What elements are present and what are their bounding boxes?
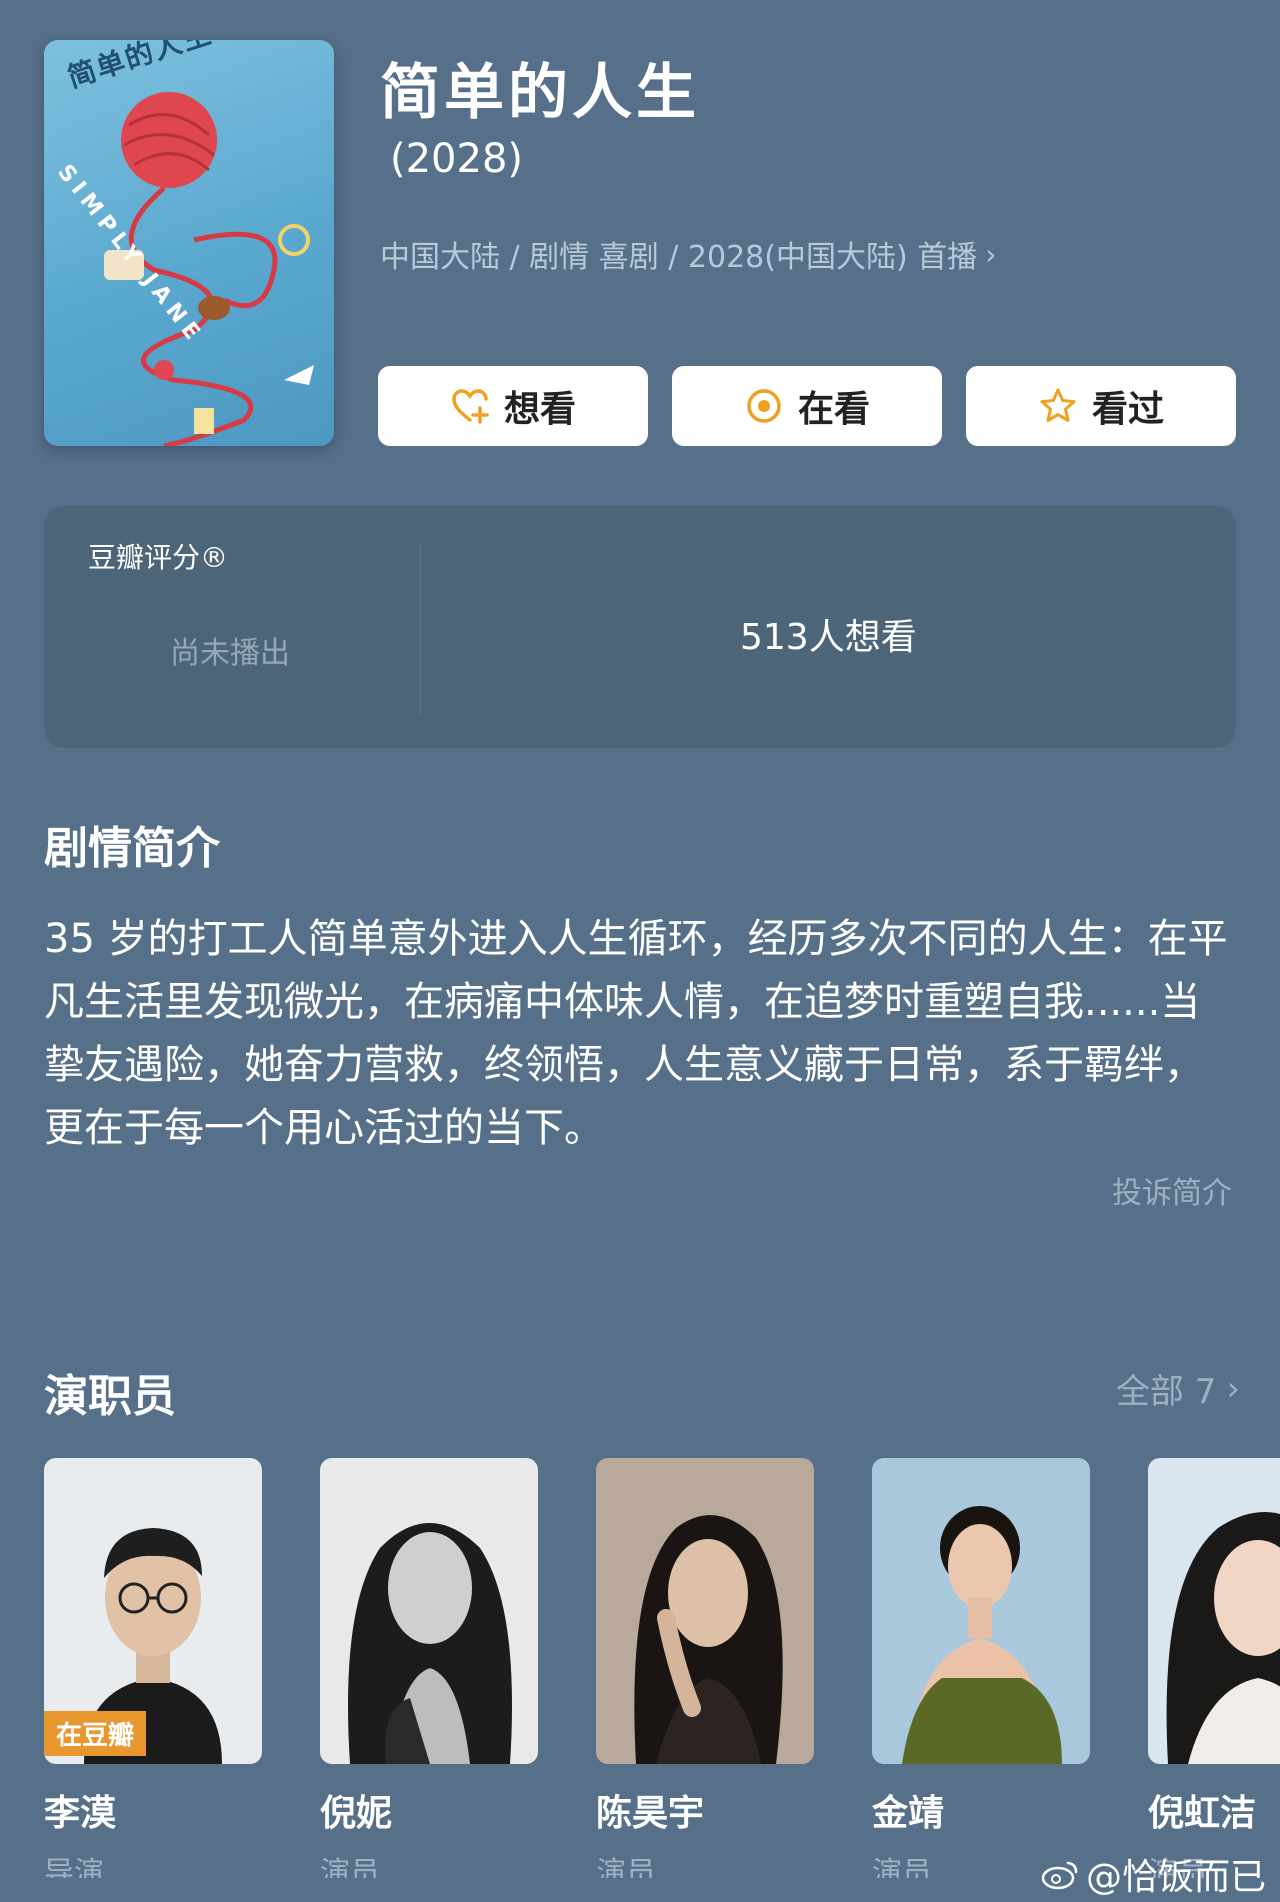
release-year: (2028) — [390, 136, 524, 182]
synopsis-heading: 剧情简介 — [44, 823, 220, 874]
cast-name: 李漠 — [44, 1793, 117, 1834]
view-all-cast-label: 全部 7 — [1115, 1372, 1217, 1412]
report-synopsis-link[interactable]: 投诉简介 — [1112, 1168, 1232, 1212]
want-count[interactable]: 513人想看 — [740, 608, 917, 660]
want-to-watch-label: 想看 — [503, 389, 576, 430]
cast-name: 陈昊宇 — [596, 1793, 705, 1834]
cast-role: 导演 — [44, 1856, 104, 1878]
synopsis-text: 35 岁的打工人简单意外进入人生循环，经历多次不同的人生：在平凡生活里发现微光，… — [44, 916, 1228, 1151]
cast-heading: 演职员 — [44, 1371, 176, 1422]
douban-badge: 在豆瓣 — [44, 1711, 147, 1756]
target-circle-icon — [747, 389, 781, 423]
cast-photo — [1148, 1458, 1280, 1764]
chevron-right-icon: › — [985, 237, 997, 271]
watched-label: 看过 — [1091, 389, 1164, 430]
cast-card[interactable]: 陈昊宇 演员 — [596, 1458, 814, 1878]
cast-card[interactable]: 倪虹洁 演员 — [1148, 1458, 1280, 1878]
show-meta-link[interactable]: 中国大陆 / 剧情 喜剧 / 2028(中国大陆) 首播 › — [380, 232, 996, 276]
cast-photo — [596, 1458, 814, 1764]
action-buttons: 想看 在看 看过 — [378, 366, 1236, 446]
cast-photo: 在豆瓣 — [44, 1458, 262, 1764]
cast-role: 演员 — [320, 1856, 380, 1878]
cast-role: 演员 — [596, 1856, 656, 1878]
cast-card[interactable]: 在豆瓣 李漠 导演 — [44, 1458, 262, 1878]
cast-card[interactable]: 倪妮 演员 — [320, 1458, 538, 1878]
rating-label: 豆瓣评分® — [88, 541, 229, 574]
cast-list: 在豆瓣 李漠 导演 倪妮 演员 陈昊宇 演员 金靖 演员 倪虹洁 演员 — [44, 1458, 1280, 1878]
page-title: 简单的人生 — [380, 58, 700, 128]
poster-image[interactable]: 简单的人生 SIMPLY JANE — [44, 40, 334, 446]
show-meta-text: 中国大陆 / 剧情 喜剧 / 2028(中国大陆) 首播 — [380, 240, 978, 275]
watching-label: 在看 — [797, 389, 870, 430]
person-photo — [596, 1458, 814, 1764]
watermark-text: @恰饭而已 — [1085, 1857, 1266, 1898]
rating-card: 豆瓣评分® 尚未播出 513人想看 — [44, 506, 1236, 748]
person-photo — [872, 1458, 1090, 1764]
cast-name: 倪妮 — [320, 1793, 393, 1834]
want-to-watch-button[interactable]: 想看 — [378, 366, 648, 446]
person-photo — [1148, 1458, 1280, 1764]
view-all-cast-link[interactable]: 全部 7 › — [1116, 1364, 1240, 1413]
cast-photo — [872, 1458, 1090, 1764]
cast-name: 金靖 — [872, 1793, 945, 1834]
cast-photo — [320, 1458, 538, 1764]
heart-plus-icon — [452, 389, 489, 424]
person-photo — [320, 1458, 538, 1764]
poster-artwork — [104, 92, 314, 446]
watermark: @恰饭而已 — [1040, 1848, 1266, 1900]
watched-button[interactable]: 看过 — [966, 366, 1236, 446]
star-icon — [1040, 388, 1076, 422]
rating-status: 尚未播出 — [170, 636, 290, 671]
rating-divider — [420, 546, 421, 716]
cast-name: 倪虹洁 — [1148, 1793, 1257, 1834]
weibo-icon — [1041, 1861, 1078, 1890]
chevron-right-icon: › — [1226, 1368, 1240, 1409]
cast-card[interactable]: 金靖 演员 — [872, 1458, 1090, 1878]
watching-button[interactable]: 在看 — [672, 366, 942, 446]
